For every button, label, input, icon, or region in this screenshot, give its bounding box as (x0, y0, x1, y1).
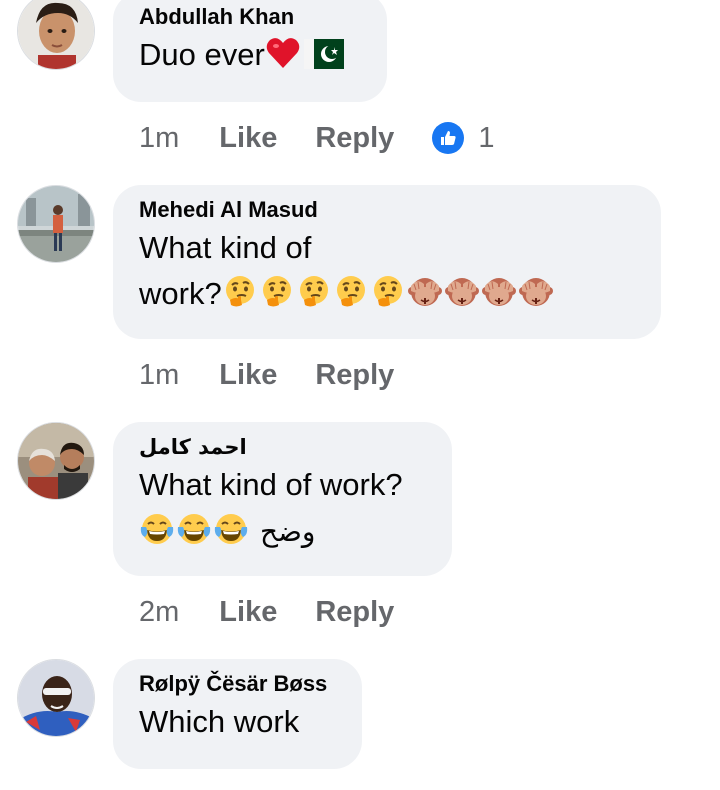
comment-author[interactable]: Rølpÿ Čësär Bøss (139, 669, 336, 699)
comment-actions: 2m Like Reply (139, 592, 432, 632)
comment-bubble: Abdullah Khan Duo ever (113, 0, 387, 102)
comment-actions: 1m Like Reply (139, 355, 432, 395)
tears-of-joy-icon (176, 511, 212, 547)
thinking-face-icon (333, 274, 369, 310)
reaction-count: 1 (478, 121, 495, 154)
comment-author[interactable]: Mehedi Al Masud (139, 195, 635, 225)
reply-button[interactable]: Reply (315, 359, 394, 392)
see-no-evil-monkey-icon (407, 274, 443, 310)
comment-body-line-2: work? (139, 271, 635, 317)
comment-body: Duo ever (139, 37, 265, 72)
comment-text: Duo ever (139, 32, 361, 78)
like-button[interactable]: Like (219, 359, 277, 392)
comment-body-line: What kind of (139, 230, 312, 265)
comment-bubble: Rølpÿ Čësär Bøss Which work (113, 659, 362, 769)
comment-text: Which work (139, 704, 300, 739)
reply-button[interactable]: Reply (315, 596, 394, 629)
comment-body: work? (139, 276, 222, 311)
like-button[interactable]: Like (219, 122, 277, 155)
avatar[interactable] (17, 422, 95, 500)
emoji-row (222, 276, 555, 311)
tears-of-joy-icon (213, 511, 249, 547)
comment-time[interactable]: 1m (139, 359, 179, 392)
avatar[interactable] (17, 659, 95, 737)
reply-button[interactable]: Reply (315, 122, 394, 155)
comment-bubble: Mehedi Al Masud What kind of work? (113, 185, 661, 339)
pakistan-flag-icon (303, 36, 344, 69)
thinking-face-icon (370, 274, 406, 310)
comment-body-line-2: وضح (139, 508, 426, 555)
comment-author[interactable]: احمد كامل (139, 432, 426, 462)
emoji-row (139, 513, 250, 548)
avatar[interactable] (17, 185, 95, 263)
comment-text: What kind of work? (139, 225, 635, 317)
like-button[interactable]: Like (219, 596, 277, 629)
thumbs-up-icon (432, 122, 465, 154)
reactions-summary[interactable]: 1 (432, 122, 494, 155)
comment-bubble: احمد كامل What kind of work? وضح (113, 422, 452, 576)
tears-of-joy-icon (139, 511, 175, 547)
thinking-face-icon (222, 274, 258, 310)
avatar[interactable] (17, 0, 95, 70)
see-no-evil-monkey-icon (518, 274, 554, 310)
comment-body-arabic: وضح (260, 515, 316, 548)
comment-actions: 1m Like Reply 1 (139, 118, 494, 158)
comment-text: What kind of work? وضح (139, 462, 426, 555)
comment-author[interactable]: Abdullah Khan (139, 2, 361, 32)
thinking-face-icon (296, 274, 332, 310)
comment-time[interactable]: 1m (139, 122, 179, 155)
comment-body: What kind of work? (139, 467, 403, 502)
see-no-evil-monkey-icon (444, 274, 480, 310)
red-heart-icon (265, 35, 301, 71)
see-no-evil-monkey-icon (481, 274, 517, 310)
comment-time[interactable]: 2m (139, 596, 179, 629)
thinking-face-icon (259, 274, 295, 310)
